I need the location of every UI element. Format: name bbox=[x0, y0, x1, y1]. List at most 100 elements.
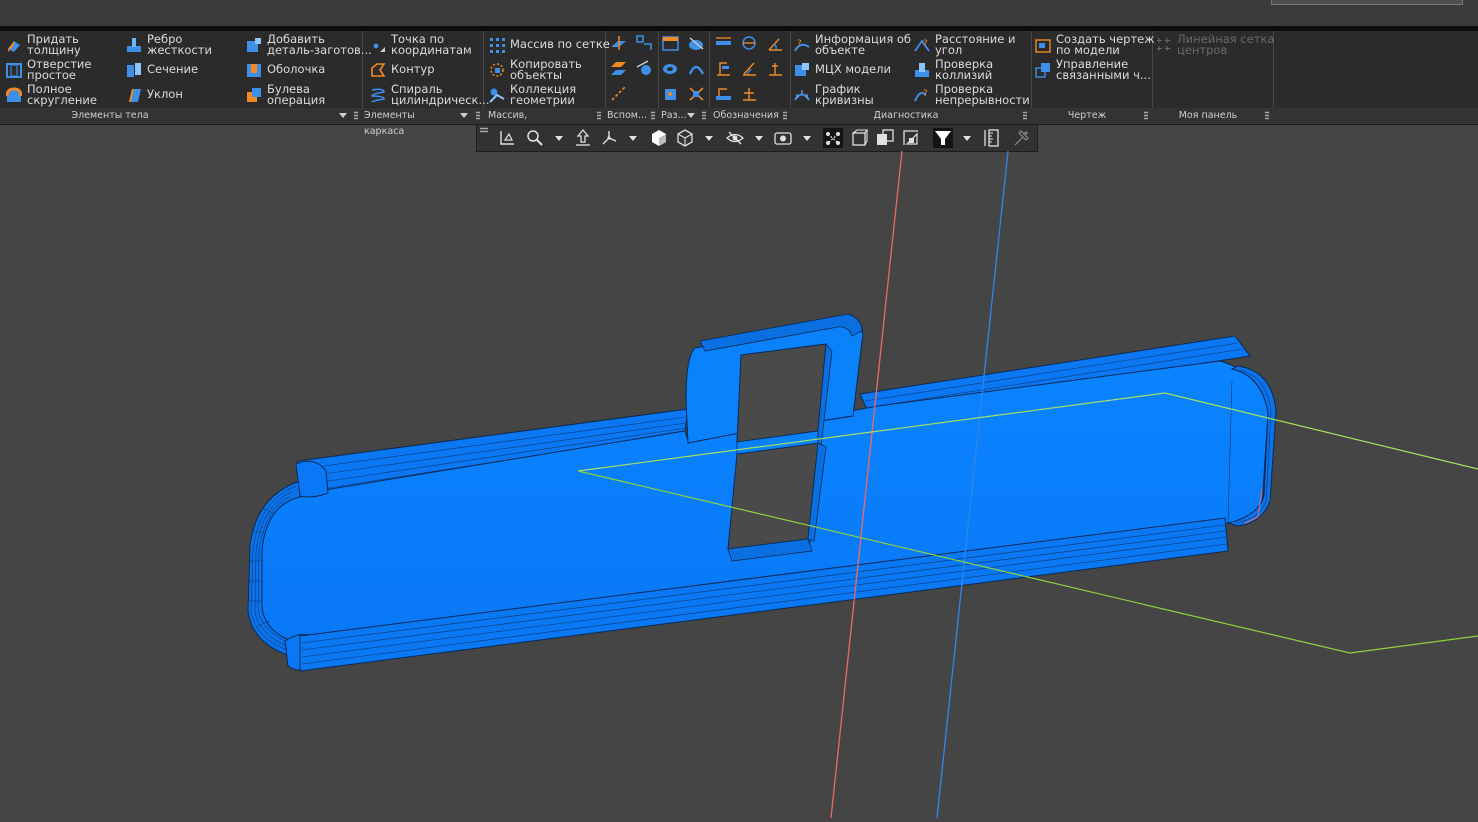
split-body-icon[interactable] bbox=[662, 85, 679, 102]
group-label-array: Массив, копирование bbox=[488, 110, 553, 137]
drawing-group-grip-icon[interactable] bbox=[1144, 111, 1148, 120]
view-toolbar-grip-icon[interactable] bbox=[480, 127, 488, 133]
leader-icon[interactable] bbox=[741, 60, 758, 77]
spiral-icon bbox=[370, 87, 386, 103]
add-part-label: Добавить деталь-заготов... bbox=[267, 32, 372, 57]
filter-dropdown-icon[interactable] bbox=[963, 136, 971, 141]
array-group-grip-icon[interactable] bbox=[597, 111, 601, 120]
thicken-button[interactable]: Придать толщину bbox=[6, 32, 81, 57]
display-mode-dropdown-icon[interactable] bbox=[705, 136, 713, 141]
point-by-coords-button[interactable]: Точка по координатам bbox=[370, 32, 472, 57]
hole-icon bbox=[6, 62, 22, 78]
grid-array-button[interactable]: Массив по сетке bbox=[489, 32, 610, 57]
aux-offset-plane-icon[interactable] bbox=[610, 60, 627, 77]
simple-hole-label: Отверстие простое bbox=[27, 57, 92, 82]
eyedropper-icon[interactable] bbox=[1011, 128, 1031, 148]
contour-button[interactable]: Контур bbox=[370, 57, 435, 82]
boolean-icon bbox=[246, 87, 262, 103]
dimension-diameter-icon[interactable] bbox=[741, 35, 758, 52]
wireframe-view-icon[interactable] bbox=[675, 128, 695, 148]
aux-group-grip-icon[interactable] bbox=[651, 111, 655, 120]
model-slot[interactable] bbox=[727, 442, 819, 550]
group-label-split: Раз... bbox=[661, 110, 687, 121]
snap-toggle-icon[interactable] bbox=[497, 128, 517, 148]
normal-view-icon[interactable] bbox=[875, 128, 895, 148]
geometry-collection-button[interactable]: Коллекция геометрии bbox=[489, 82, 576, 107]
measure-icon[interactable] bbox=[983, 128, 1003, 148]
ribbon-group-labels: Элементы тела Элементы каркаса Массив, к… bbox=[0, 108, 1478, 137]
full-fillet-button[interactable]: Полное скругление bbox=[5, 82, 97, 107]
rotate-icon[interactable] bbox=[599, 128, 619, 148]
split-curve-icon[interactable] bbox=[688, 85, 705, 102]
linear-center-grid-button[interactable]: Линейная сетка центров bbox=[1156, 32, 1274, 57]
object-info-button[interactable]: ? Информация об объекте bbox=[794, 32, 911, 57]
boolean-button[interactable]: Булева операция bbox=[246, 82, 325, 107]
frame-group-dropdown-icon[interactable] bbox=[460, 113, 468, 118]
dimension-linear-icon[interactable] bbox=[715, 35, 732, 52]
aux-tangent-plane-icon[interactable] bbox=[636, 60, 653, 77]
copy-objects-button[interactable]: Копировать объекты bbox=[489, 57, 582, 82]
filter-icon[interactable] bbox=[933, 128, 953, 148]
visibility-icon[interactable] bbox=[773, 128, 793, 148]
3d-viewport[interactable] bbox=[0, 150, 1478, 819]
perspective-icon[interactable] bbox=[901, 128, 921, 148]
distance-angle-button[interactable]: ? Расстояние и угол bbox=[914, 32, 1015, 57]
split-group-grip-icon[interactable] bbox=[702, 111, 706, 120]
split-view-icon[interactable] bbox=[662, 35, 679, 52]
zoom-icon[interactable] bbox=[525, 128, 545, 148]
thicken-icon bbox=[6, 37, 22, 53]
point-by-coords-label: Точка по координатам bbox=[391, 32, 472, 57]
aux-line-icon[interactable] bbox=[610, 85, 627, 102]
create-drawing-button[interactable]: Создать чертеж по модели bbox=[1035, 32, 1155, 57]
mypanel-group-grip-icon[interactable] bbox=[1265, 111, 1269, 120]
shaded-view-icon[interactable] bbox=[649, 128, 669, 148]
mass-properties-button[interactable]: МЦХ модели bbox=[794, 57, 891, 82]
diag-group-grip-icon[interactable] bbox=[1023, 111, 1027, 120]
aux-plane-icon[interactable] bbox=[610, 35, 627, 52]
shell-button[interactable]: Оболочка bbox=[246, 57, 325, 82]
continuity-check-button[interactable]: ? Проверка непрерывности bbox=[914, 82, 1030, 107]
model-tab-hole[interactable] bbox=[736, 343, 827, 443]
split-edge-icon[interactable] bbox=[688, 60, 705, 77]
visibility-dropdown-icon[interactable] bbox=[803, 136, 811, 141]
manage-linked-label: Управление связанными ч... bbox=[1056, 57, 1151, 82]
hide-objects-icon[interactable] bbox=[725, 128, 745, 148]
manage-linked-button[interactable]: Управление связанными ч... bbox=[1035, 57, 1151, 82]
grid-array-icon bbox=[489, 37, 505, 53]
body-group-grip-icon[interactable] bbox=[354, 111, 358, 120]
search-field[interactable] bbox=[1271, 0, 1463, 5]
draft-button[interactable]: Уклон bbox=[126, 82, 183, 107]
hide-dropdown-icon[interactable] bbox=[755, 136, 763, 141]
aux-axis-icon[interactable] bbox=[636, 35, 653, 52]
distance-angle-label: Расстояние и угол bbox=[935, 32, 1016, 57]
mark-icon[interactable] bbox=[715, 85, 732, 102]
rib-button[interactable]: Ребро жесткости bbox=[126, 32, 212, 57]
copy-objects-label: Копировать объекты bbox=[510, 57, 582, 82]
collision-check-button[interactable]: Проверка коллизий bbox=[914, 57, 993, 82]
rib-label: Ребро жесткости bbox=[147, 32, 212, 57]
split-face-icon[interactable] bbox=[662, 60, 679, 77]
base-icon[interactable] bbox=[767, 60, 784, 77]
orientation-icon[interactable] bbox=[849, 128, 869, 148]
create-drawing-label: Создать чертеж по модели bbox=[1056, 32, 1155, 57]
simple-hole-button[interactable]: Отверстие простое bbox=[6, 57, 91, 82]
manage-linked-icon bbox=[1035, 62, 1051, 78]
grid-array-label: Массив по сетке bbox=[510, 37, 610, 52]
roughness-icon[interactable] bbox=[715, 60, 732, 77]
section-button[interactable]: Сечение bbox=[126, 57, 198, 82]
pan-icon[interactable] bbox=[573, 128, 593, 148]
spiral-button[interactable]: Спираль цилиндрическ... bbox=[370, 82, 489, 107]
zoom-dropdown-icon[interactable] bbox=[555, 136, 563, 141]
section-icon bbox=[126, 62, 142, 78]
curvature-graph-button[interactable]: График кривизны bbox=[794, 82, 874, 107]
dimension-angle-icon[interactable] bbox=[767, 35, 784, 52]
body-group-dropdown-icon[interactable] bbox=[339, 113, 347, 118]
section-view-icon[interactable] bbox=[823, 128, 843, 148]
split-group-dropdown-icon[interactable] bbox=[687, 113, 695, 118]
frame-group-grip-icon[interactable] bbox=[476, 111, 480, 120]
add-part-button[interactable]: Добавить деталь-заготов... bbox=[246, 32, 372, 57]
weld-icon[interactable] bbox=[741, 85, 758, 102]
split-solid-icon[interactable] bbox=[688, 35, 705, 52]
notation-group-grip-icon[interactable] bbox=[783, 111, 787, 120]
rotate-dropdown-icon[interactable] bbox=[629, 136, 637, 141]
